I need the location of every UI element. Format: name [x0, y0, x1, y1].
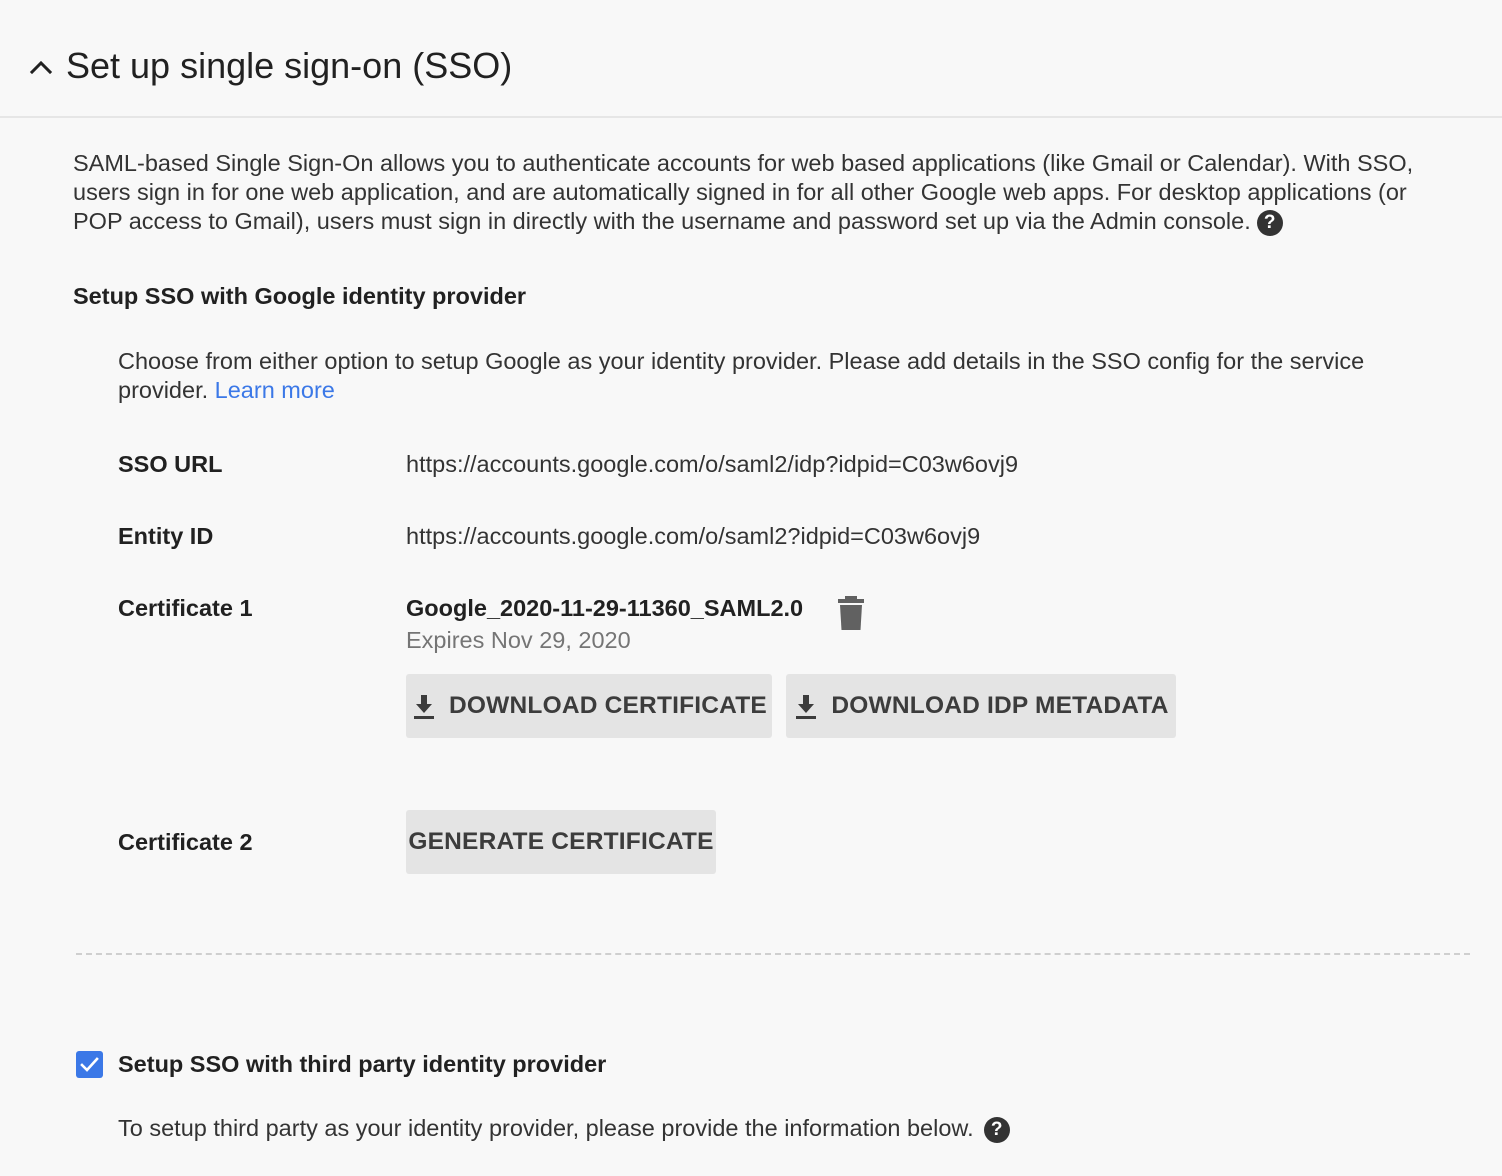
certificate-1-expiry: Expires Nov 29, 2020: [406, 627, 631, 653]
third-party-description-text: To setup third party as your identity pr…: [118, 1115, 974, 1141]
section-divider: [76, 953, 1470, 955]
help-icon[interactable]: ?: [1256, 210, 1283, 236]
trash-icon[interactable]: [836, 595, 866, 631]
intro-paragraph: SAML-based Single Sign-On allows you to …: [73, 149, 1433, 236]
third-party-label[interactable]: Setup SSO with third party identity prov…: [118, 1048, 606, 1080]
third-party-description: To setup third party as your identity pr…: [118, 1112, 1010, 1144]
third-party-checkbox[interactable]: [76, 1051, 103, 1078]
download-idp-metadata-button[interactable]: DOWNLOAD IDP METADATA: [786, 674, 1176, 738]
chevron-up-icon[interactable]: [26, 48, 56, 84]
entity-id-value: https://accounts.google.com/o/saml2?idpi…: [406, 523, 981, 549]
download-idp-metadata-label: DOWNLOAD IDP METADATA: [831, 692, 1169, 719]
download-icon: [411, 692, 437, 720]
generate-certificate-button[interactable]: GENERATE CERTIFICATE: [406, 810, 716, 874]
google-idp-description: Choose from either option to setup Googl…: [118, 347, 1398, 405]
sso-url-label: SSO URL: [118, 451, 223, 477]
download-icon: [793, 692, 819, 720]
certificate-1-label: Certificate 1: [118, 595, 253, 621]
entity-id-label: Entity ID: [118, 523, 214, 549]
download-certificate-label: DOWNLOAD CERTIFICATE: [449, 692, 767, 719]
certificate-1-name: Google_2020-11-29-11360_SAML2.0: [406, 595, 804, 621]
download-certificate-button[interactable]: DOWNLOAD CERTIFICATE: [406, 674, 772, 738]
google-idp-heading: Setup SSO with Google identity provider: [73, 283, 527, 309]
page-title: Set up single sign-on (SSO): [66, 45, 513, 86]
section-header: Set up single sign-on (SSO): [0, 0, 1502, 118]
generate-certificate-label: GENERATE CERTIFICATE: [408, 828, 714, 855]
learn-more-link[interactable]: Learn more: [215, 377, 335, 403]
help-icon[interactable]: ?: [983, 1117, 1010, 1143]
certificate-2-label: Certificate 2: [118, 829, 253, 855]
sso-url-value: https://accounts.google.com/o/saml2/idp?…: [406, 451, 1019, 477]
intro-text: SAML-based Single Sign-On allows you to …: [73, 150, 1414, 234]
